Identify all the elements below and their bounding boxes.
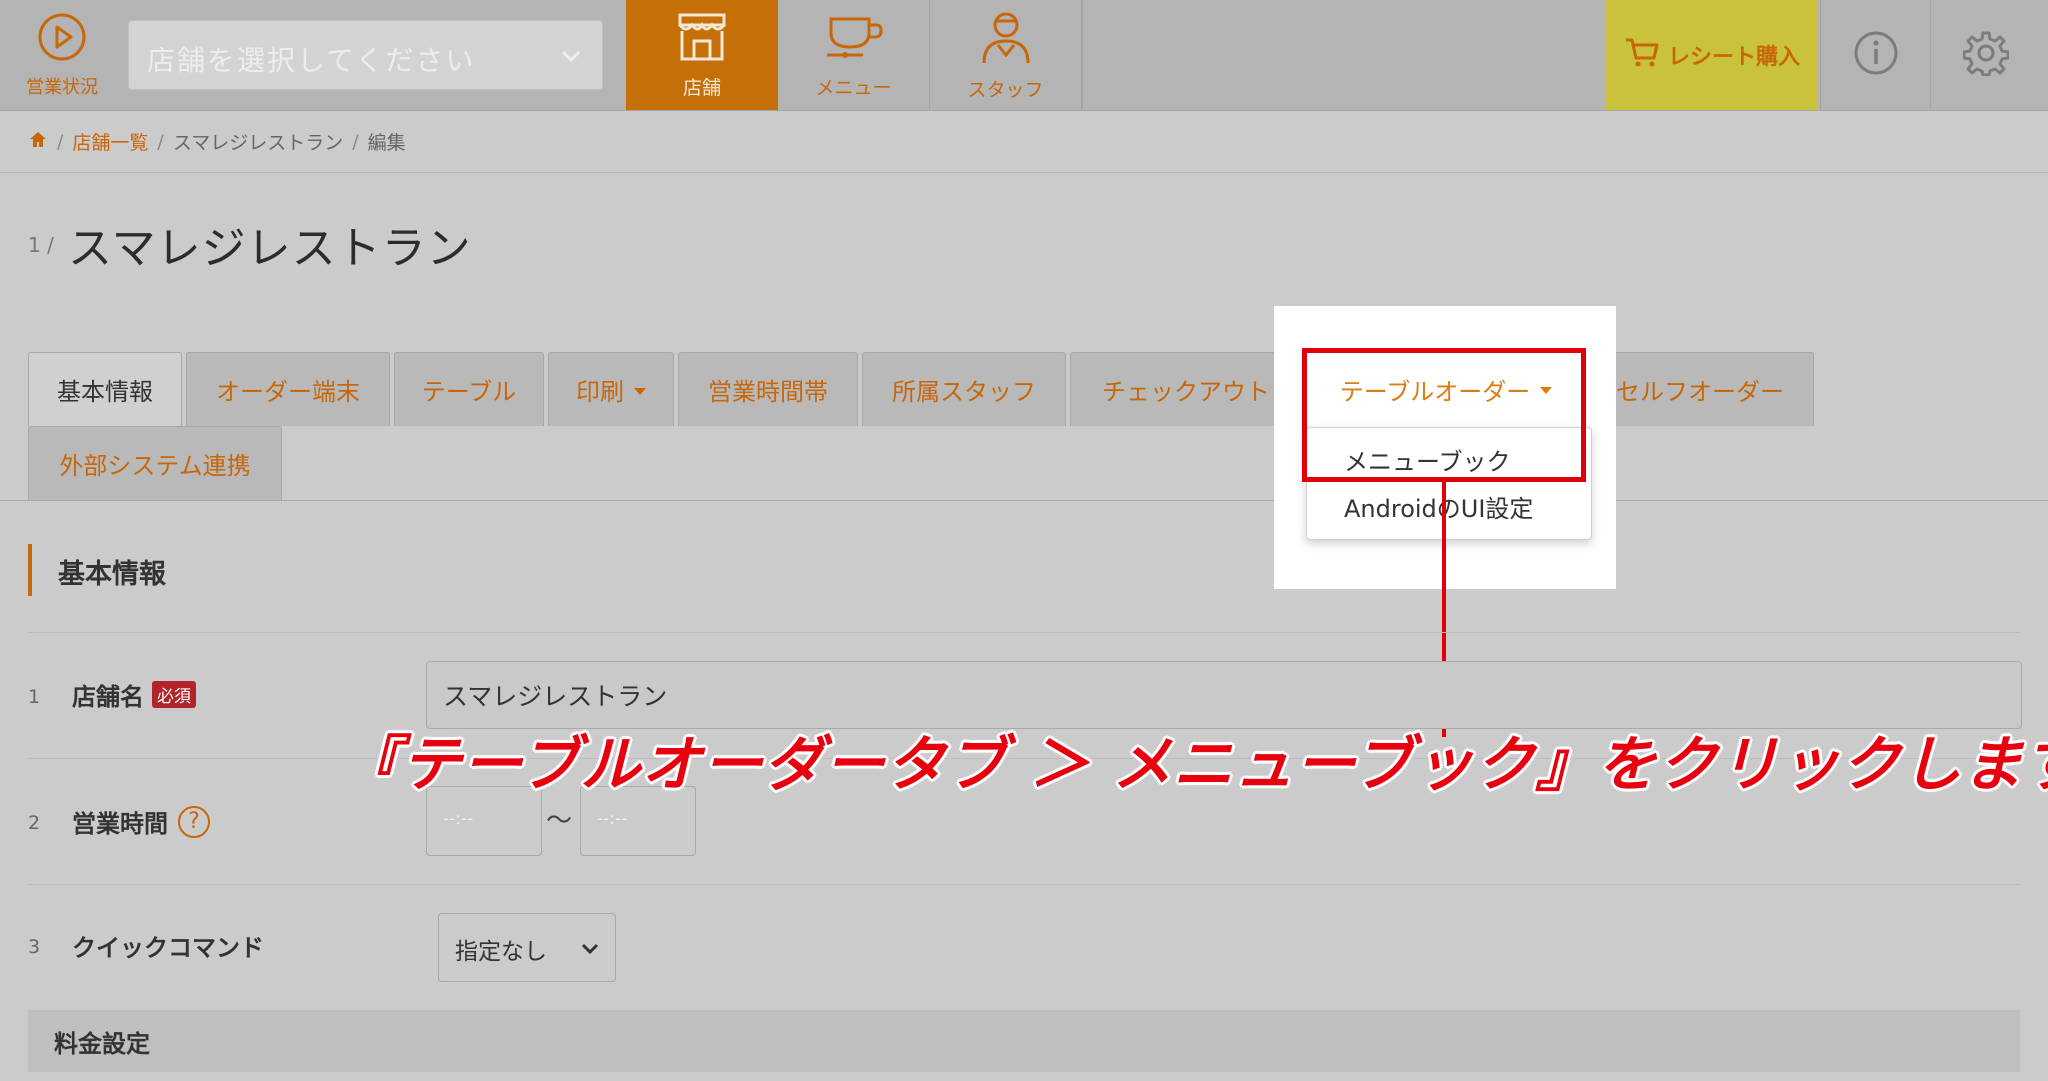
- staff-icon: [978, 9, 1034, 69]
- instruction-caption: 『テーブルオーダータブ ＞ メニューブック』をクリックします。: [340, 730, 2048, 800]
- section-title: 基本情報: [58, 559, 166, 590]
- tab-label: 印刷: [576, 378, 624, 406]
- tab-label: テーブル: [421, 378, 517, 406]
- help-icon[interactable]: ?: [178, 805, 210, 838]
- store-select[interactable]: 店舗を選択してください: [128, 20, 603, 90]
- nav-menu[interactable]: メニュー: [778, 0, 930, 110]
- store-name-label: 店舗名 必須: [72, 677, 196, 712]
- business-status-nav[interactable]: 営業状況: [0, 0, 124, 110]
- page-title: スマレジレストラン: [68, 223, 472, 274]
- tab-label: 所属スタッフ: [892, 378, 1036, 406]
- nav-store-label: 店舗: [682, 76, 721, 99]
- tab-table[interactable]: テーブル: [394, 352, 544, 426]
- required-badge: 必須: [152, 681, 196, 708]
- section-accent-bar: [28, 544, 32, 596]
- tab-staff[interactable]: 所属スタッフ: [862, 352, 1066, 426]
- tabs-divider: [0, 500, 2048, 501]
- chevron-down-icon: [579, 938, 601, 966]
- page-number: 1 /: [28, 233, 54, 257]
- quick-command-label: クイックコマンド: [72, 928, 264, 963]
- breadcrumb-separator: /: [57, 130, 64, 153]
- breadcrumb-store-list[interactable]: 店舗一覧: [72, 128, 148, 155]
- tab-checkout[interactable]: チェックアウト: [1070, 352, 1302, 426]
- store-select-placeholder: 店舗を選択してください: [147, 44, 476, 77]
- home-icon[interactable]: [28, 129, 48, 154]
- tab-label: セルフオーダー: [1616, 378, 1784, 406]
- tab-external-integration[interactable]: 外部システム連携: [28, 426, 282, 500]
- row-number: 2: [28, 812, 41, 834]
- highlight-box: [1302, 348, 1586, 482]
- breadcrumb-edit: 編集: [367, 132, 406, 154]
- business-hours-label-text: 営業時間: [72, 810, 168, 838]
- store-name-label-text: 店舗名: [72, 683, 144, 711]
- tab-order-terminal[interactable]: オーダー端末: [186, 352, 390, 426]
- quick-command-value: 指定なし: [455, 939, 547, 965]
- settings-button[interactable]: [1930, 0, 2040, 110]
- business-hours-label: 営業時間 ?: [72, 804, 210, 839]
- business-status-label: 営業状況: [26, 77, 98, 98]
- tab-label: オーダー端末: [216, 378, 360, 406]
- header-divider: [0, 172, 2048, 173]
- breadcrumb-separator: /: [157, 130, 164, 153]
- row-number: 1: [28, 686, 41, 708]
- fee-settings-title: 料金設定: [54, 1030, 150, 1058]
- nav-menu-label: メニュー: [815, 76, 892, 99]
- tab-label: 基本情報: [57, 378, 153, 406]
- tab-label: チェックアウト: [1102, 378, 1270, 406]
- breadcrumb-store-name: スマレジレストラン: [172, 132, 344, 154]
- fee-settings-header: [28, 1010, 2020, 1072]
- row-divider: [28, 884, 2020, 885]
- receipt-purchase-button[interactable]: レシート購入: [1606, 0, 1818, 110]
- play-circle-icon: [36, 11, 88, 67]
- quick-command-label-text: クイックコマンド: [72, 934, 264, 962]
- time-range-tilde: 〜: [546, 806, 573, 836]
- nav-divider: [1082, 0, 1083, 110]
- gear-icon: [1962, 30, 2009, 80]
- tab-label: 外部システム連携: [59, 452, 251, 480]
- tab-label: 営業時間帯: [708, 378, 828, 406]
- tab-basic-info[interactable]: 基本情報: [28, 352, 182, 426]
- store-icon: [672, 11, 732, 67]
- nav-store[interactable]: 店舗: [626, 0, 778, 110]
- receipt-purchase-label: レシート購入: [1667, 45, 1800, 70]
- tab-self-order[interactable]: セルフオーダー: [1586, 352, 1814, 426]
- info-icon: [1853, 30, 1899, 80]
- quick-command-select[interactable]: 指定なし: [438, 913, 616, 982]
- info-button[interactable]: [1820, 0, 1930, 110]
- breadcrumb-separator: /: [352, 130, 359, 153]
- menu-cup-icon: [823, 11, 885, 67]
- menu-item-android-ui-settings[interactable]: AndroidのUI設定: [1344, 489, 1533, 524]
- row-number: 3: [28, 936, 41, 958]
- nav-staff[interactable]: スタッフ: [930, 0, 1082, 110]
- row-divider: [28, 632, 2020, 633]
- chevron-down-icon: [558, 43, 584, 73]
- caret-down-icon: [634, 387, 646, 395]
- breadcrumb: / 店舗一覧 / スマレジレストラン / 編集: [28, 128, 406, 155]
- cart-icon: [1624, 36, 1660, 74]
- tab-business-hours[interactable]: 営業時間帯: [678, 352, 858, 426]
- tab-print[interactable]: 印刷: [548, 352, 674, 426]
- nav-staff-label: スタッフ: [967, 78, 1044, 101]
